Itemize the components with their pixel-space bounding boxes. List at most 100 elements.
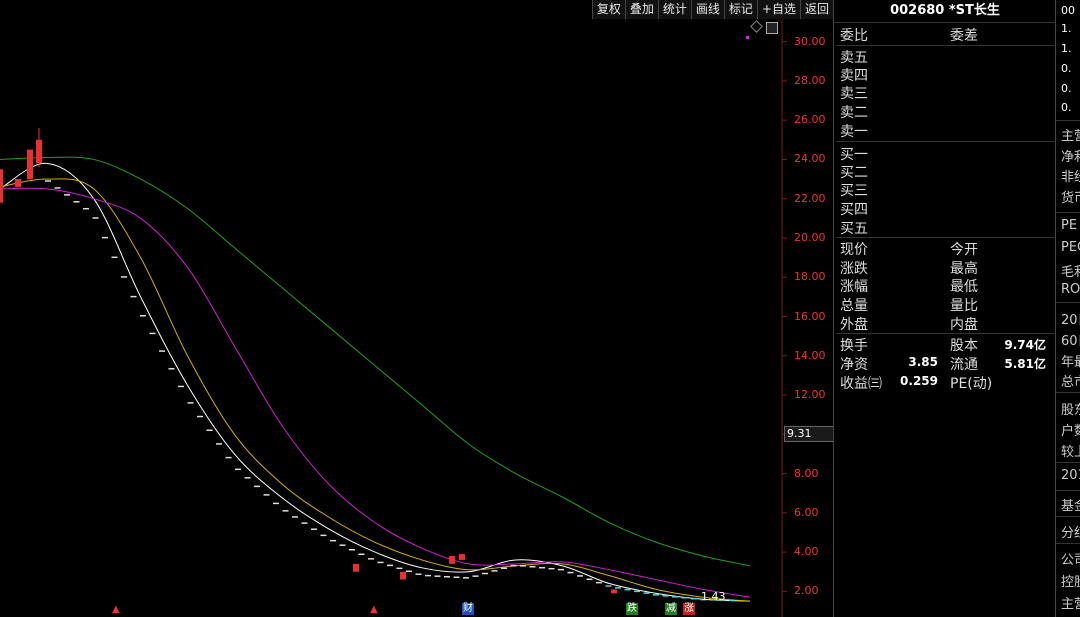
candle-body: [0, 169, 3, 203]
open-label: 今开: [950, 242, 978, 258]
side-panel-item[interactable]: 60日: [1061, 330, 1080, 349]
inner-label: 内盘: [950, 317, 978, 333]
side-panel-item[interactable]: 非经: [1061, 166, 1080, 185]
weibi-label: 委比: [840, 28, 868, 44]
side-panel-divider: [1056, 516, 1080, 517]
axis-tick-label: 28.00: [794, 73, 826, 87]
drop-marker[interactable]: 跌: [626, 603, 638, 615]
turnover-label: 换手: [840, 338, 868, 354]
rise-marker[interactable]: 涨: [683, 603, 695, 615]
axis-tick-label: 30.00: [794, 34, 826, 48]
candle-body: [449, 556, 455, 564]
high-label: 最高: [950, 261, 978, 277]
toolbar-back-button[interactable]: 返回: [799, 0, 833, 19]
change-label: 涨跌: [840, 261, 868, 277]
sell-4-label: 卖四: [840, 68, 868, 84]
side-panel-item[interactable]: 公司: [1061, 549, 1080, 568]
net-assets-label: 净资: [840, 357, 868, 373]
share-capital-label: 股本: [950, 338, 978, 354]
eps-label: 收益㈢: [840, 376, 882, 392]
side-panel-item[interactable]: 主营: [1061, 125, 1080, 144]
side-panel-divider: [1056, 543, 1080, 544]
sell-3-label: 卖三: [840, 86, 868, 102]
side-panel-item[interactable]: ROE: [1061, 282, 1080, 297]
side-panel-item[interactable]: 较上: [1061, 441, 1080, 460]
toolbar-draw-button[interactable]: 画线: [690, 0, 724, 19]
quote-panel: 002680 *ST长生 委比 委差 卖五 卖四 卖三 卖二 卖一 买一 买二 …: [833, 0, 1056, 617]
side-panel-top-item: 1.: [1061, 42, 1072, 55]
side-panel-item[interactable]: 控股: [1061, 571, 1080, 590]
axis-tick-label: 22.00: [794, 191, 826, 205]
side-panel-item[interactable]: PEG: [1061, 240, 1080, 255]
divider: [836, 237, 1054, 238]
side-panel-item[interactable]: 货币: [1061, 187, 1080, 206]
axis-tick-label: 2.00: [794, 584, 819, 598]
divider: [836, 45, 1054, 46]
axis-tick-label: 24.00: [794, 152, 826, 166]
toolbar-stats-button[interactable]: 统计: [657, 0, 691, 19]
side-panel-divider: [1056, 302, 1080, 303]
divider: [836, 333, 1054, 334]
indicator-dot: [746, 36, 749, 39]
side-panel-item[interactable]: 户数: [1061, 420, 1080, 439]
kline-chart-pane[interactable]: 复权 叠加 统计 画线 标记 +自选 返回 30.00 28.00 26.00 24.…: [0, 0, 836, 617]
chart-toolbar: 复权 叠加 统计 画线 标记 +自选 返回: [591, 0, 833, 19]
axis-tick-label: 26.00: [794, 113, 826, 127]
event-arrow-icon[interactable]: ▲: [111, 604, 121, 616]
candle-body: [400, 571, 406, 580]
toolbar-overlay-button[interactable]: 叠加: [624, 0, 658, 19]
side-panel-item[interactable]: PE: [1061, 218, 1077, 233]
candle-body: [611, 589, 617, 594]
side-panel-top-item: 0.: [1061, 101, 1072, 114]
side-panel-top-item: 0.: [1061, 82, 1072, 95]
sell-5-label: 卖五: [840, 50, 868, 66]
sell-2-label: 卖二: [840, 105, 868, 121]
reduce-marker[interactable]: 减: [665, 603, 677, 615]
window-toggle-icon[interactable]: [766, 22, 778, 34]
event-arrow-icon[interactable]: ▲: [369, 604, 379, 616]
pe-label: PE(动): [950, 376, 993, 392]
side-panel-item[interactable]: 总市: [1061, 371, 1080, 390]
side-panel-item[interactable]: 分红: [1061, 522, 1080, 541]
side-panel-top-item: 1.: [1061, 22, 1072, 35]
toolbar-watchlist-button[interactable]: +自选: [756, 0, 800, 19]
candle-body: [15, 179, 21, 187]
kline-chart[interactable]: [0, 0, 833, 617]
axis-tick-label: 14.00: [794, 348, 826, 362]
candle-body: [27, 149, 33, 180]
price-label: 现价: [840, 242, 868, 258]
change-pct-label: 涨幅: [840, 279, 868, 295]
axis-tick-label: 20.00: [794, 230, 826, 244]
side-panel-item[interactable]: 基金: [1061, 495, 1080, 514]
current-price-tag: 9.31: [784, 426, 836, 442]
axis-tick-label: 16.00: [794, 309, 826, 323]
side-panel-item[interactable]: 主营: [1061, 593, 1080, 612]
side-panel-item[interactable]: 毛利: [1061, 261, 1080, 280]
f10-side-panel[interactable]: 001.1.0.0.0.主营净利非经货币PEPEG毛利ROE20日60日年最总市…: [1055, 0, 1080, 617]
side-panel-item[interactable]: 201: [1061, 468, 1080, 483]
toolbar-mark-button[interactable]: 标记: [723, 0, 757, 19]
sell-1-label: 卖一: [840, 124, 868, 140]
weicha-label: 委差: [950, 28, 978, 44]
toolbar-fuquan-button[interactable]: 复权: [591, 0, 625, 19]
side-panel-top-item: 0.: [1061, 62, 1072, 75]
side-panel-item[interactable]: 股东: [1061, 399, 1080, 418]
finance-marker[interactable]: 财: [462, 603, 474, 615]
buy-2-label: 买二: [840, 165, 868, 181]
side-panel-item[interactable]: 20日: [1061, 309, 1080, 328]
side-panel-divider: [1056, 490, 1080, 491]
float-label: 流通: [950, 357, 978, 373]
volume-label: 总量: [840, 298, 868, 314]
side-panel-divider: [1056, 120, 1080, 121]
side-panel-item[interactable]: 年最: [1061, 351, 1080, 370]
eps-value: 0.259: [900, 374, 938, 388]
low-label: 最低: [950, 279, 978, 295]
buy-3-label: 买三: [840, 183, 868, 199]
side-panel-item[interactable]: 净利: [1061, 146, 1080, 165]
float-value: 5.81亿: [1004, 357, 1046, 371]
side-panel-divider: [1056, 462, 1080, 463]
divider: [836, 141, 1054, 142]
net-assets-value: 3.85: [908, 355, 938, 369]
candle-body: [353, 563, 359, 572]
axis-tick-label: 4.00: [794, 545, 819, 559]
